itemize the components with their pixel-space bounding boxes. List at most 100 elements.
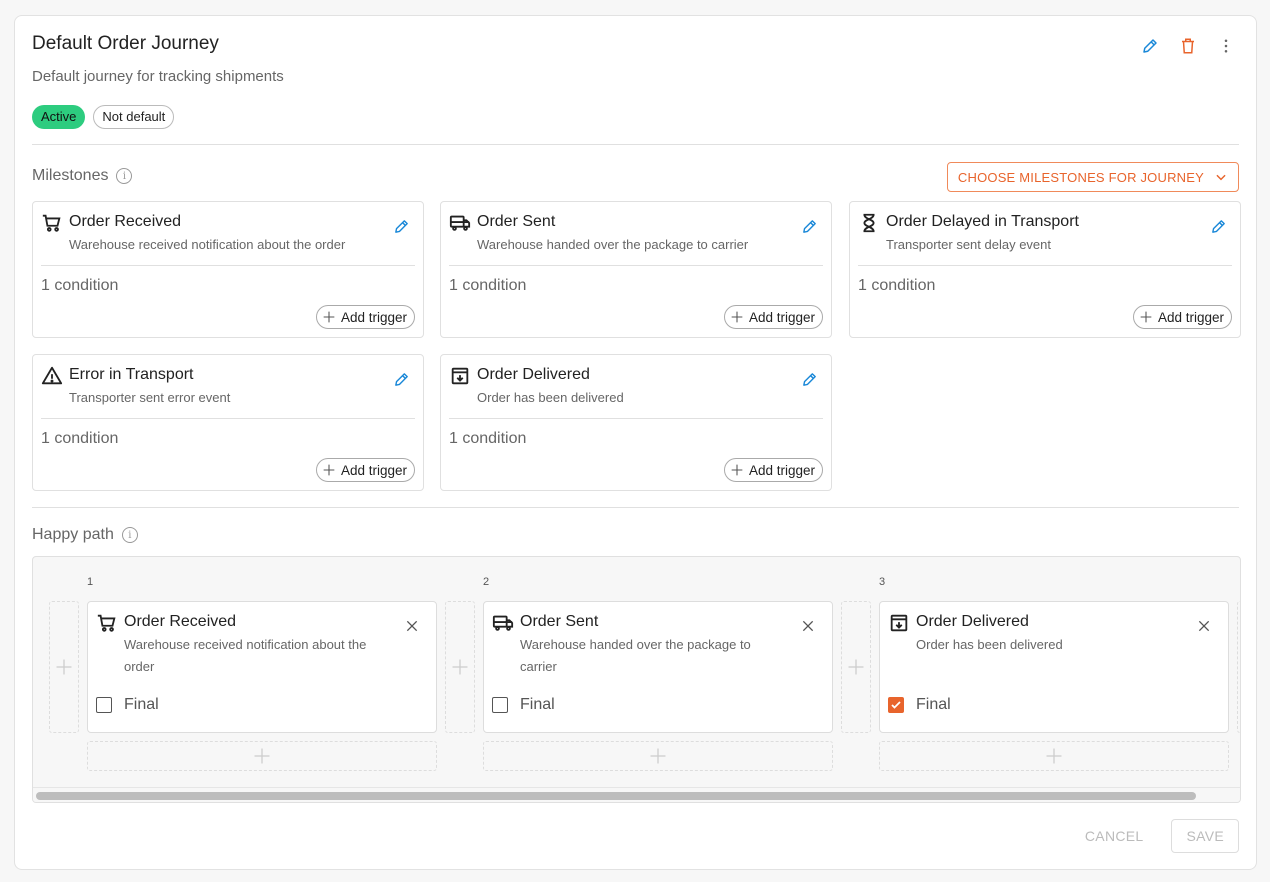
milestone-card: Order Delivered Order has been delivered… xyxy=(440,354,832,491)
happy-path-label: Happy path xyxy=(32,526,114,543)
add-trigger-label: Add trigger xyxy=(748,309,815,325)
chevron-down-icon xyxy=(1216,174,1226,181)
milestone-conditions: 1 condition xyxy=(858,277,936,294)
milestone-title: Order Sent xyxy=(477,213,556,230)
pencil-icon xyxy=(1143,39,1157,53)
milestone-conditions: 1 condition xyxy=(449,430,527,447)
milestone-card: Order Received Warehouse received notifi… xyxy=(32,201,424,338)
step-description: Warehouse handed over the package to car… xyxy=(520,637,751,674)
cart-icon xyxy=(41,212,63,234)
edit-journey-button[interactable] xyxy=(1138,34,1162,58)
delete-journey-button[interactable] xyxy=(1176,34,1200,58)
remove-step-button[interactable] xyxy=(1192,614,1216,638)
happy-path-heading: Happy path i xyxy=(32,526,138,544)
default-badge: Not default xyxy=(93,105,175,129)
edit-milestone-button[interactable] xyxy=(797,214,821,238)
milestone-conditions: 1 condition xyxy=(449,277,527,294)
milestone-card: Order Sent Warehouse handed over the pac… xyxy=(440,201,832,338)
journey-title: Default Order Journey xyxy=(32,33,219,54)
plus-icon xyxy=(323,311,335,323)
milestone-description: Warehouse received notification about th… xyxy=(69,237,346,252)
final-checkbox[interactable]: Final xyxy=(492,696,555,714)
edit-milestone-button[interactable] xyxy=(389,214,413,238)
add-trigger-button[interactable]: Add trigger xyxy=(1132,305,1232,329)
status-badge: Active xyxy=(32,105,86,129)
horizontal-scrollbar[interactable] xyxy=(33,787,1240,802)
add-step-below-button[interactable] xyxy=(87,741,437,771)
info-icon[interactable]: i xyxy=(121,527,138,543)
milestone-description: Order has been delivered xyxy=(477,390,624,405)
remove-step-button[interactable] xyxy=(796,614,820,638)
insert-step-slot[interactable] xyxy=(1237,601,1240,733)
journey-badges: Active Not default xyxy=(32,105,175,129)
final-checkbox[interactable]: Final xyxy=(96,696,159,714)
pencil-icon xyxy=(1211,219,1225,233)
save-button[interactable]: SAVE xyxy=(1171,819,1239,853)
plus-icon xyxy=(1046,748,1062,764)
step-number: 1 xyxy=(87,576,94,588)
archive-download-icon xyxy=(888,612,910,634)
plus-icon xyxy=(323,464,335,476)
cancel-button[interactable]: CANCEL xyxy=(1069,819,1160,853)
milestone-description: Transporter sent error event xyxy=(69,390,231,405)
plus-icon xyxy=(452,659,468,675)
add-trigger-label: Add trigger xyxy=(748,462,815,478)
divider xyxy=(449,265,823,266)
close-icon xyxy=(406,620,418,632)
edit-milestone-button[interactable] xyxy=(797,367,821,391)
pencil-icon xyxy=(394,372,408,386)
milestone-description: Warehouse handed over the package to car… xyxy=(477,237,749,252)
happy-path-step: Order Received Warehouse received notifi… xyxy=(87,601,437,733)
add-step-below-button[interactable] xyxy=(483,741,833,771)
final-checkbox[interactable]: Final xyxy=(888,696,951,714)
edit-milestone-button[interactable] xyxy=(1206,214,1230,238)
archive-download-icon xyxy=(449,365,471,387)
step-description: Order has been delivered xyxy=(916,637,1063,652)
cart-icon xyxy=(96,612,118,634)
add-trigger-button[interactable]: Add trigger xyxy=(723,458,823,482)
info-icon[interactable]: i xyxy=(116,168,133,184)
checkbox-icon xyxy=(96,697,112,713)
add-step-below-button[interactable] xyxy=(879,741,1229,771)
checkbox-icon xyxy=(492,697,508,713)
truck-icon xyxy=(449,212,471,234)
pencil-icon xyxy=(394,219,408,233)
edit-milestone-button[interactable] xyxy=(389,367,413,391)
form-footer: CANCEL SAVE xyxy=(1069,819,1239,853)
happy-path-step: Order Sent Warehouse handed over the pac… xyxy=(483,601,833,733)
milestone-conditions: 1 condition xyxy=(41,277,119,294)
insert-step-slot[interactable] xyxy=(841,601,871,733)
add-trigger-label: Add trigger xyxy=(340,462,407,478)
plus-icon xyxy=(731,311,743,323)
remove-step-button[interactable] xyxy=(400,614,424,638)
happy-path-board: 1 2 3 Order Received Warehouse received … xyxy=(32,556,1241,803)
milestones-label: Milestones xyxy=(32,167,109,184)
milestone-title: Order Delivered xyxy=(477,366,590,383)
close-icon xyxy=(1198,620,1210,632)
divider xyxy=(41,418,415,419)
insert-step-slot[interactable] xyxy=(445,601,475,733)
step-number: 2 xyxy=(483,576,490,588)
plus-icon xyxy=(848,659,864,675)
hourglass-icon xyxy=(858,212,880,234)
milestones-heading: Milestones i xyxy=(32,167,133,185)
trash-icon xyxy=(1182,38,1194,54)
plus-icon xyxy=(254,748,270,764)
milestone-description: Transporter sent delay event xyxy=(886,237,1051,252)
insert-step-slot[interactable] xyxy=(49,601,79,733)
choose-milestones-button[interactable]: CHOOSE MILESTONES FOR JOURNEY xyxy=(946,162,1239,192)
milestone-card: Order Delayed in Transport Transporter s… xyxy=(849,201,1241,338)
divider xyxy=(32,507,1239,508)
final-label: Final xyxy=(916,696,951,713)
close-icon xyxy=(802,620,814,632)
divider xyxy=(32,144,1239,145)
scrollbar-thumb[interactable] xyxy=(36,792,1196,800)
more-options-button[interactable] xyxy=(1214,34,1238,58)
journey-description: Default journey for tracking shipments xyxy=(32,68,284,85)
add-trigger-button[interactable]: Add trigger xyxy=(723,305,823,329)
add-trigger-button[interactable]: Add trigger xyxy=(315,305,415,329)
add-trigger-label: Add trigger xyxy=(340,309,407,325)
divider xyxy=(41,265,415,266)
add-trigger-button[interactable]: Add trigger xyxy=(315,458,415,482)
more-vertical-icon xyxy=(1224,39,1228,53)
